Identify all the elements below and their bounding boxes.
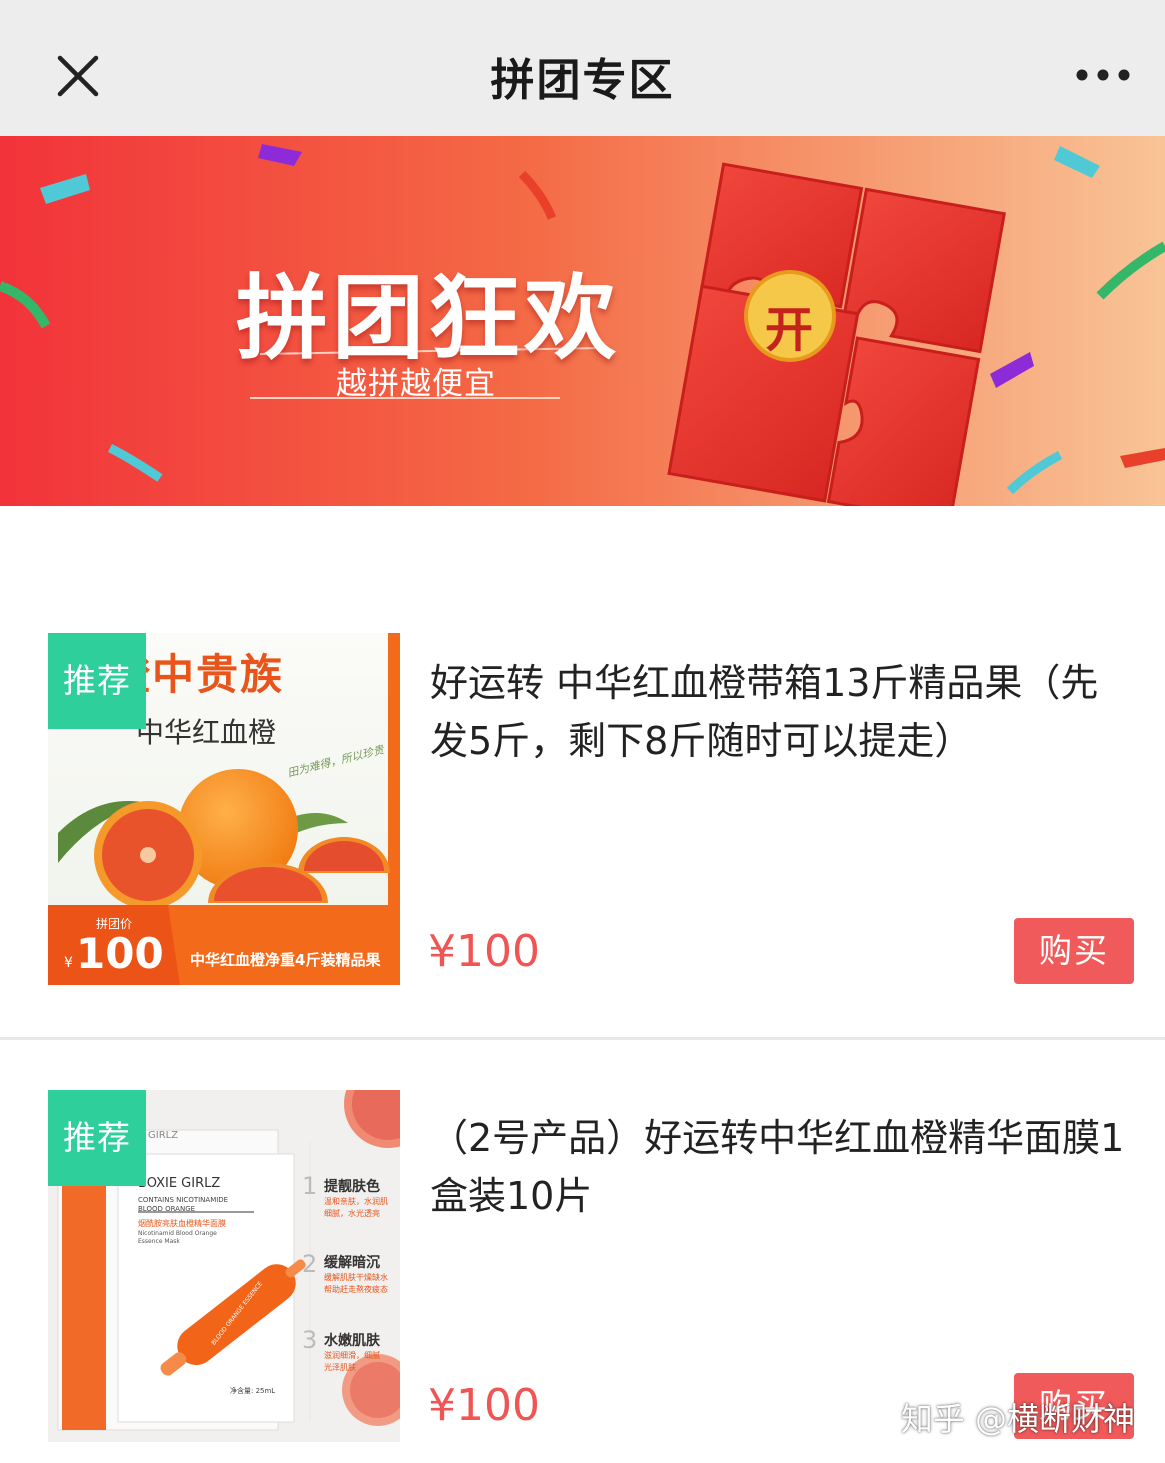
feature-desc: 缓解肌肤干燥缺水 [324,1273,388,1282]
pack-volume: 净含量: 25mL [230,1387,276,1395]
feature-title: 缓解暗沉 [324,1255,380,1271]
product-image[interactable]: 橙中贵族 中华红血橙 田为难得，所以珍贵 拼团价 ¥ 100 中华红血橙净重4斤… [48,633,400,985]
banner-subtitle: 越拼越便宜 [336,366,496,402]
page-title: 拼团专区 [490,55,675,106]
feature-desc: 滋润细滑，细腻 [324,1351,380,1360]
feature-desc: 温和亲肤，水润肌 [324,1197,388,1206]
feature-desc: 光泽肌肤 [324,1363,356,1372]
nav-bar: 拼团专区 [0,0,1165,136]
product-image[interactable]: GIRLZ BOXIE GIRLZ CONTAINS NICOTINAMIDE … [48,1090,400,1442]
image-footer: 中华红血橙净重4斤装精品果 [190,951,381,969]
recommend-tag: 推荐 [48,633,146,729]
brand-short: GIRLZ [148,1130,179,1141]
open-badge-text: 开 [765,302,814,358]
image-price-currency: ¥ [64,955,73,971]
product-card[interactable]: 橙中贵族 中华红血橙 田为难得，所以珍贵 拼团价 ¥ 100 中华红血橙净重4斤… [0,506,1165,1040]
product-title[interactable]: （2号产品）好运转中华红血橙精华面膜1盒装10片 [430,1109,1130,1225]
feature-number: 3 [302,1326,318,1354]
pack-en2: Essence Mask [138,1238,180,1245]
promo-banner[interactable]: 拼团狂欢 越拼越便宜 开 [0,136,1165,506]
feature-number: 1 [302,1172,318,1200]
more-dots-icon[interactable] [1075,62,1131,88]
pack-en1: Nicotinamid Blood Orange [138,1230,217,1237]
brand-name: BOXIE GIRLZ [138,1176,221,1191]
pack-line1: CONTAINS NICOTINAMIDE [138,1196,229,1204]
pack-cn: 烟酰胺亮肤血橙精华面膜 [138,1219,226,1228]
buy-button[interactable]: 购买 [1014,918,1134,984]
feature-title: 提靓肤色 [324,1179,380,1195]
product-title[interactable]: 好运转 中华红血橙带箱13斤精品果（先发5斤，剩下8斤随时可以提走） [430,654,1130,770]
feature-number: 2 [302,1250,318,1278]
product-price: ¥100 [428,1380,540,1431]
recommend-tag: 推荐 [48,1090,146,1186]
feature-title: 水嫩肌肤 [324,1333,380,1349]
feature-desc: 细腻，水光透亮 [324,1209,380,1218]
pack-line2: BLOOD ORANGE [138,1205,196,1213]
source-watermark: 知乎 @横断财神 [900,1400,1135,1438]
feature-desc: 帮助赶走熬夜疲态 [324,1285,388,1294]
product-price: ¥100 [428,926,540,977]
image-subheadline: 中华红血橙 [136,716,277,749]
image-price-value: 100 [76,929,164,978]
